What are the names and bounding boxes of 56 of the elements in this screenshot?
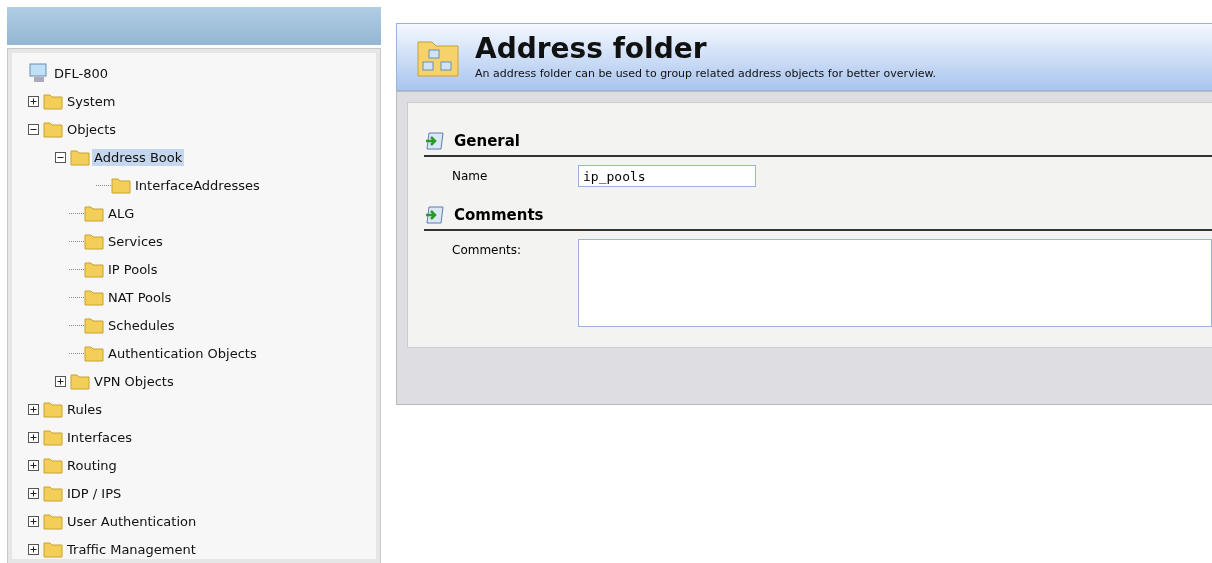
folder-icon <box>84 204 104 222</box>
expand-toggle[interactable] <box>28 459 39 471</box>
tree-item[interactable]: Routing <box>65 456 119 474</box>
folder-icon <box>43 512 63 530</box>
tree-item[interactable]: System <box>65 92 118 110</box>
expand-toggle[interactable] <box>55 375 66 387</box>
expand-toggle[interactable] <box>28 487 39 499</box>
section-arrow-icon <box>424 131 446 151</box>
folder-icon <box>84 316 104 334</box>
tree-item[interactable]: Rules <box>65 400 105 418</box>
tree-item[interactable]: IDP / IPS <box>65 484 124 502</box>
expand-toggle[interactable] <box>28 515 39 527</box>
expand-toggle[interactable] <box>28 543 39 555</box>
folder-icon <box>43 428 63 446</box>
tree-item[interactable]: User Authentication <box>65 512 199 530</box>
field-label: Name <box>452 168 489 183</box>
expand-toggle[interactable] <box>28 403 39 415</box>
section-title: General <box>454 132 520 150</box>
tree-item[interactable]: IP Pools <box>106 260 160 278</box>
folder-icon <box>43 92 63 110</box>
input-field[interactable]: ip_pools <box>578 165 756 187</box>
comments-field[interactable] <box>578 239 1212 327</box>
folder-icon <box>70 148 90 166</box>
tree-item[interactable]: VPN Objects <box>92 372 176 390</box>
tree-item[interactable]: Schedules <box>106 316 177 334</box>
folder-icon <box>84 288 104 306</box>
tree-item[interactable]: Objects <box>65 120 119 138</box>
field-label: Comments: <box>452 242 523 257</box>
folder-icon <box>43 456 63 474</box>
tree-item[interactable]: ALG <box>106 204 137 222</box>
folder-icon <box>111 176 131 194</box>
tree-item[interactable]: Address Book <box>92 148 185 166</box>
tree-item[interactable]: Traffic Management <box>65 540 198 558</box>
page-title: Address folder <box>475 34 708 63</box>
tree-item[interactable]: Services <box>106 232 165 250</box>
folder-icon <box>70 372 90 390</box>
folder-icon <box>84 232 104 250</box>
tree-item[interactable]: NAT Pools <box>106 288 174 306</box>
collapse-toggle[interactable] <box>28 123 39 135</box>
folder-icon <box>43 400 63 418</box>
folder-icon <box>84 260 104 278</box>
section-arrow-icon <box>424 205 446 225</box>
folder-icon <box>43 540 63 558</box>
computer-icon <box>28 62 50 84</box>
folder-icon <box>43 484 63 502</box>
expand-toggle[interactable] <box>28 431 39 443</box>
tree-item[interactable]: Authentication Objects <box>106 344 259 362</box>
collapse-toggle[interactable] <box>55 151 66 163</box>
folder-icon <box>43 120 63 138</box>
tree-item[interactable]: DFL-800 <box>52 64 110 82</box>
expand-toggle[interactable] <box>28 95 39 107</box>
section-title: Comments <box>454 206 544 224</box>
tree-item[interactable]: InterfaceAddresses <box>133 176 262 194</box>
folder-icon <box>84 344 104 362</box>
page-subtitle: An address folder can be used to group related address objects for better overview. <box>475 66 936 80</box>
tree-item[interactable]: Interfaces <box>65 428 134 446</box>
